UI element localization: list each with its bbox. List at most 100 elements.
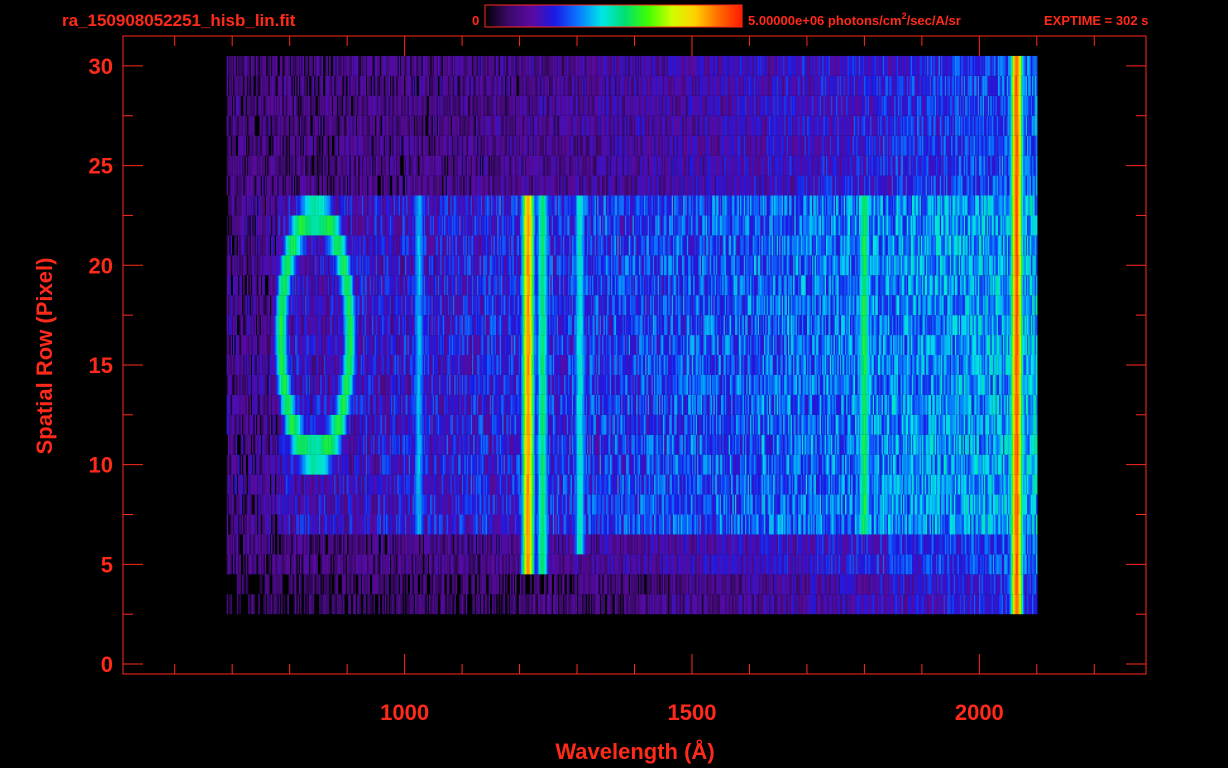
heatmap-cell: [587, 594, 589, 614]
heatmap-cell: [636, 574, 638, 594]
heatmap-cell: [273, 515, 275, 535]
heatmap-cell: [456, 574, 458, 594]
heatmap-cell: [395, 554, 397, 574]
heatmap-cell: [701, 594, 703, 614]
heatmap-cell: [258, 594, 260, 614]
heatmap-cell: [246, 475, 248, 495]
heatmap-cell: [243, 574, 245, 594]
heatmap-cell: [515, 594, 517, 614]
heatmap-cell: [267, 435, 269, 455]
heatmap-cell: [253, 594, 255, 614]
heatmap-cell: [452, 534, 454, 554]
heatmap-cell: [501, 574, 503, 594]
heatmap-cell: [291, 574, 293, 594]
heatmap-cell: [368, 574, 370, 594]
heatmap-cell: [232, 475, 234, 495]
heatmap-cell: [424, 594, 426, 614]
heatmap-cell: [486, 594, 488, 614]
heatmap-cell: [370, 534, 372, 554]
heatmap-cell: [261, 574, 263, 594]
colorbar: [485, 5, 742, 27]
heatmap-cell: [383, 534, 385, 554]
heatmap-cell: [241, 455, 243, 475]
heatmap-cell: [545, 574, 547, 594]
heatmap-cell: [667, 574, 669, 594]
heatmap-layer: [227, 56, 1038, 614]
heatmap-cell: [394, 594, 396, 614]
exptime-label: EXPTIME = 302 s: [1044, 13, 1148, 28]
heatmap-cell: [563, 574, 565, 594]
heatmap-cell: [557, 594, 559, 614]
heatmap-cell: [313, 594, 315, 614]
heatmap-cell: [300, 554, 302, 574]
heatmap-cell: [256, 495, 258, 515]
heatmap-cell: [276, 594, 278, 614]
heatmap-cell: [237, 515, 239, 535]
heatmap-cell: [268, 475, 270, 495]
heatmap-cell: [295, 554, 297, 574]
heatmap-cell: [227, 515, 229, 535]
heatmap-cell: [420, 574, 422, 594]
heatmap-cell: [452, 594, 454, 614]
heatmap-cell: [371, 594, 373, 614]
heatmap-cell: [559, 574, 561, 594]
heatmap-cell: [260, 435, 262, 455]
heatmap-cell: [1036, 455, 1038, 475]
heatmap-cell: [444, 594, 446, 614]
heatmap-cell: [349, 594, 351, 614]
colorbar-min-label: 0: [472, 13, 479, 28]
heatmap-cell: [467, 534, 469, 554]
heatmap-cell: [329, 554, 331, 574]
heatmap-cell: [270, 554, 272, 574]
heatmap-cell: [515, 574, 517, 594]
heatmap-cell: [643, 574, 645, 594]
heatmap-cell: [1036, 554, 1038, 574]
heatmap-cell: [365, 594, 367, 614]
heatmap-cell: [243, 495, 245, 515]
heatmap-cell: [627, 574, 629, 594]
heatmap-cell: [372, 554, 374, 574]
heatmap-cell: [488, 594, 490, 614]
heatmap-cell: [306, 594, 308, 614]
heatmap-cell: [378, 594, 380, 614]
heatmap-cell: [478, 594, 480, 614]
heatmap-cell: [233, 554, 235, 574]
heatmap-cell: [1036, 495, 1038, 515]
heatmap-cell: [475, 534, 477, 554]
heatmap-cell: [406, 574, 408, 594]
heatmap-cell: [506, 574, 508, 594]
colorbar-max-label: 5.00000e+06 photons/cm2/sec/A/sr: [748, 11, 961, 28]
heatmap-cell: [481, 534, 483, 554]
heatmap-cell: [244, 455, 246, 475]
heatmap-cell: [260, 515, 262, 535]
heatmap-cell: [550, 594, 552, 614]
heatmap-cell: [485, 574, 487, 594]
heatmap-cell: [497, 594, 499, 614]
heatmap-cell: [334, 594, 336, 614]
heatmap-cell: [236, 435, 238, 455]
heatmap-cell: [667, 594, 669, 614]
heatmap-cell: [448, 574, 450, 594]
heatmap-cell: [230, 554, 232, 574]
heatmap-cell: [328, 574, 330, 594]
heatmap-cell: [248, 594, 250, 614]
heatmap-cell: [619, 594, 621, 614]
heatmap-cell: [236, 475, 238, 495]
heatmap-cell: [425, 574, 427, 594]
heatmap-cell: [271, 594, 273, 614]
heatmap-cell: [242, 435, 244, 455]
heatmap-cell: [1036, 534, 1038, 554]
heatmap-cell: [295, 594, 297, 614]
heatmap-cell: [359, 574, 361, 594]
heatmap-cell: [611, 594, 613, 614]
heatmap-cell: [271, 534, 273, 554]
heatmap-cell: [404, 594, 406, 614]
filename-title: ra_150908052251_hisb_lin.fit: [62, 11, 296, 30]
heatmap-cell: [603, 594, 605, 614]
heatmap-cell: [287, 594, 289, 614]
heatmap-cell: [279, 594, 281, 614]
heatmap-cell: [322, 574, 324, 594]
heatmap-cell: [247, 574, 249, 594]
heatmap-cell: [337, 574, 339, 594]
heatmap-cell: [377, 534, 379, 554]
